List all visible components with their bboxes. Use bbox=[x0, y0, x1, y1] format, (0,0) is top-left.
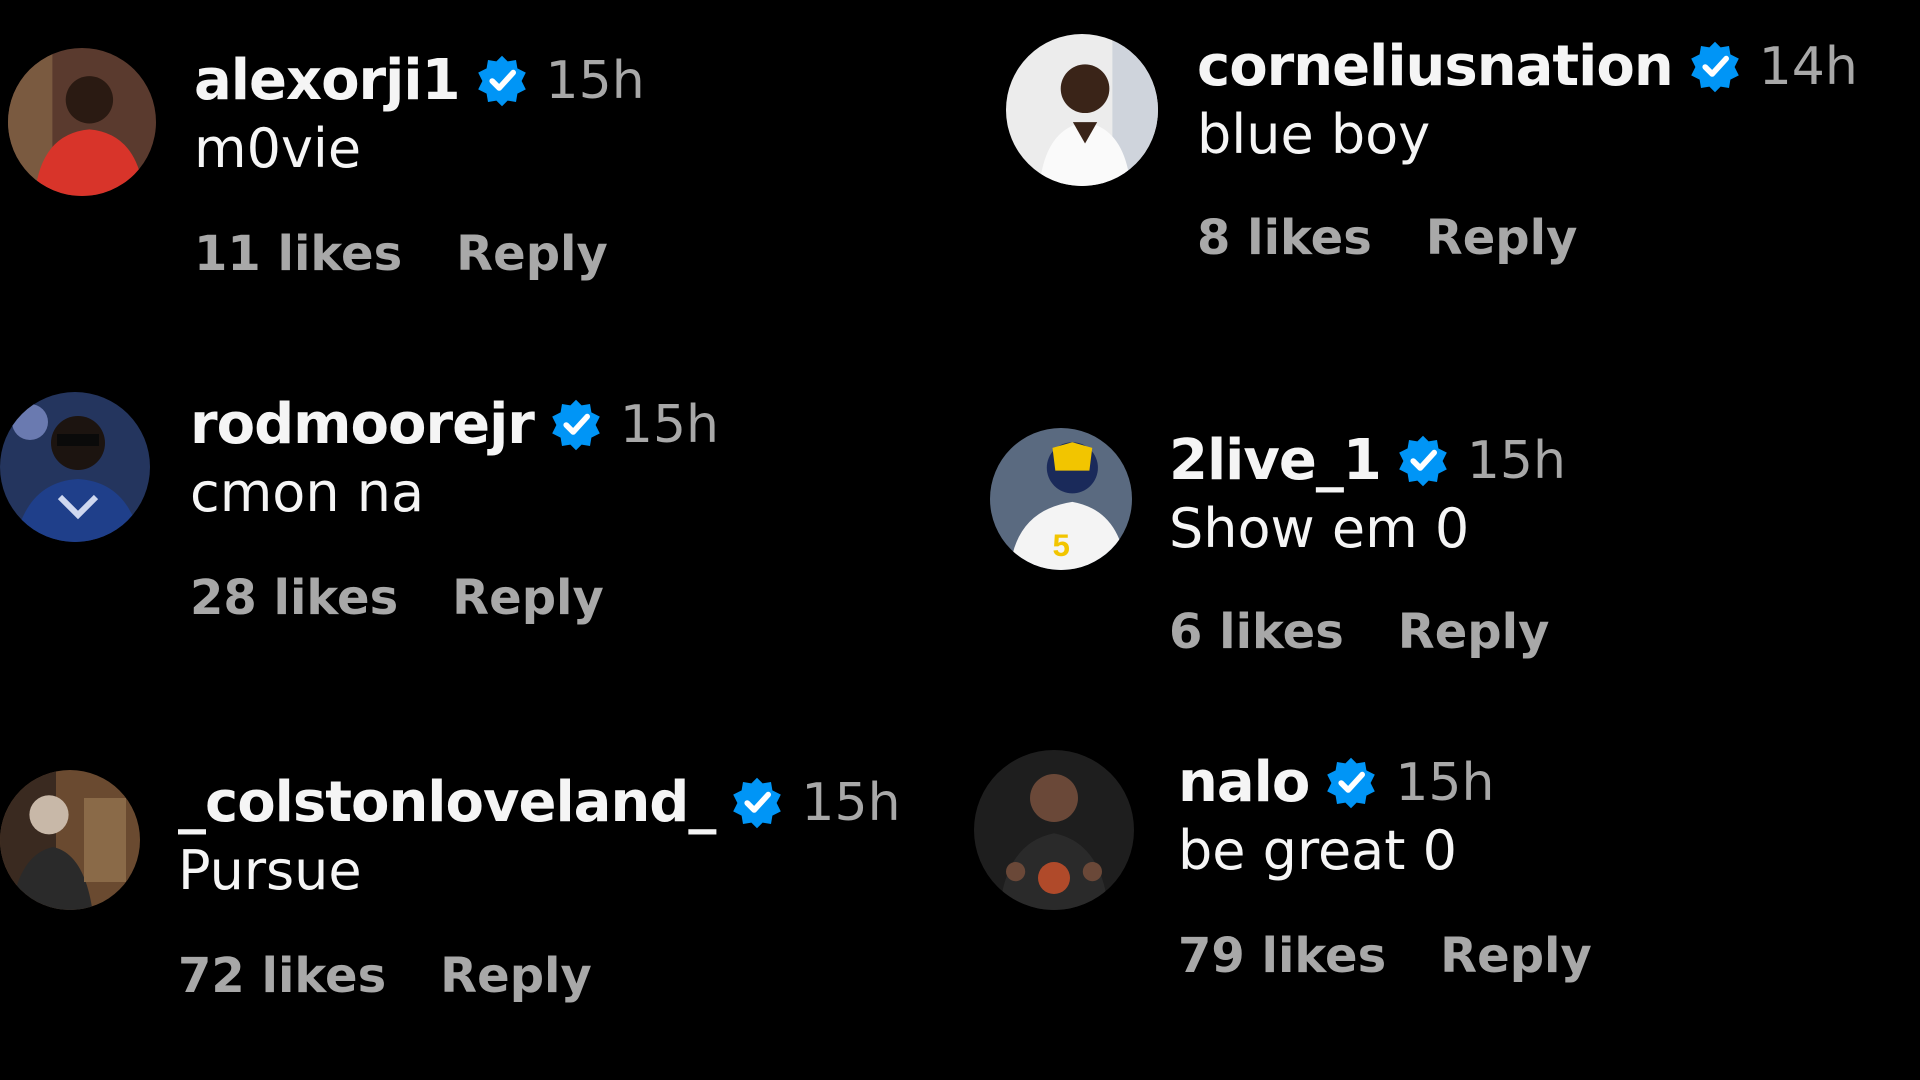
comment-text: cmon na bbox=[190, 461, 425, 524]
timestamp: 15h bbox=[801, 772, 901, 833]
verified-badge-icon bbox=[548, 397, 604, 453]
reply-button[interactable]: Reply bbox=[440, 948, 592, 1004]
timestamp: 14h bbox=[1758, 36, 1858, 97]
verified-badge-icon bbox=[729, 775, 785, 831]
comment-item: nalo 15h be great 0 79 likes Reply bbox=[974, 750, 1874, 1050]
timestamp: 15h bbox=[1395, 752, 1495, 813]
reply-button[interactable]: Reply bbox=[1426, 210, 1578, 266]
timestamp: 15h bbox=[619, 394, 720, 455]
username[interactable]: _colstonloveland_ bbox=[178, 770, 716, 835]
comment-text: Pursue bbox=[178, 839, 362, 902]
comment-item: corneliusnation 14h blue boy 8 likes Rep… bbox=[1006, 34, 1906, 334]
timestamp: 15h bbox=[1466, 430, 1566, 491]
avatar[interactable] bbox=[1006, 34, 1158, 186]
likes-count[interactable]: 11 likes bbox=[194, 226, 402, 282]
comment-text: blue boy bbox=[1197, 103, 1431, 166]
reply-button[interactable]: Reply bbox=[1398, 604, 1550, 660]
comment-item: _colstonloveland_ 15h Pursue 72 likes Re… bbox=[0, 770, 901, 1070]
comment-item: rodmoorejr 15h cmon na 28 likes Reply bbox=[0, 392, 900, 692]
username[interactable]: rodmoorejr bbox=[190, 392, 535, 457]
comment-text: be great 0 bbox=[1178, 819, 1457, 882]
svg-text:5: 5 bbox=[1052, 528, 1069, 563]
avatar[interactable] bbox=[974, 750, 1134, 910]
username[interactable]: alexorji1 bbox=[194, 48, 461, 113]
avatar[interactable] bbox=[0, 770, 140, 910]
username[interactable]: nalo bbox=[1178, 750, 1310, 815]
likes-count[interactable]: 8 likes bbox=[1197, 210, 1372, 266]
comment-item: alexorji1 15h m0vie 11 likes Reply bbox=[8, 48, 908, 348]
comment-text: Show em 0 bbox=[1169, 497, 1470, 560]
reply-button[interactable]: Reply bbox=[1440, 928, 1592, 984]
comment-item: 5 2live_1 15h Show em 0 6 likes Reply bbox=[990, 428, 1890, 728]
verified-badge-icon bbox=[1395, 433, 1451, 489]
avatar[interactable] bbox=[8, 48, 156, 196]
username[interactable]: 2live_1 bbox=[1169, 428, 1382, 493]
likes-count[interactable]: 72 likes bbox=[178, 948, 386, 1004]
reply-button[interactable]: Reply bbox=[452, 570, 604, 626]
verified-badge-icon bbox=[1687, 39, 1743, 95]
avatar[interactable] bbox=[0, 392, 150, 542]
verified-badge-icon bbox=[1323, 755, 1379, 811]
username[interactable]: corneliusnation bbox=[1197, 34, 1674, 99]
verified-badge-icon bbox=[474, 53, 530, 109]
reply-button[interactable]: Reply bbox=[456, 226, 608, 282]
likes-count[interactable]: 79 likes bbox=[1178, 928, 1386, 984]
likes-count[interactable]: 6 likes bbox=[1169, 604, 1344, 660]
likes-count[interactable]: 28 likes bbox=[190, 570, 398, 626]
comment-text: m0vie bbox=[194, 117, 362, 180]
avatar[interactable]: 5 bbox=[990, 428, 1132, 570]
timestamp: 15h bbox=[545, 50, 645, 111]
